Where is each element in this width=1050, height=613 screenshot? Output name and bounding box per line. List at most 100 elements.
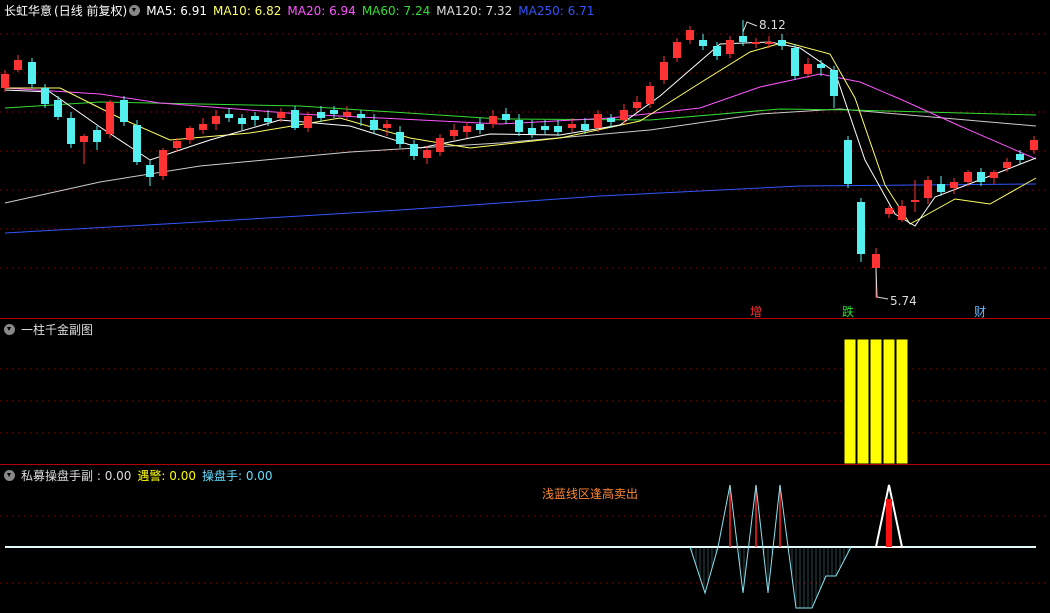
ma5-line [4,41,1037,227]
candle-body [594,114,602,128]
candle-body [633,102,641,108]
signal-bar [856,338,870,464]
candle-body [357,114,365,118]
sell-annotation: 浅蓝线区逢高卖出 [542,487,639,501]
candle-body [93,130,101,142]
candle-body [159,150,167,176]
low-price-label: 5.74 [890,294,917,308]
candle-body [251,116,259,120]
candle-body [937,184,945,192]
candle-body [67,118,75,144]
main-chart-panel[interactable]: 长虹华意 (日线 前复权) MA5: 6.91 MA10: 6.82 MA20: 6.9… [0,0,1050,319]
sub-chart-1-panel[interactable]: 一柱千金副图 [0,319,1050,464]
candle-body [817,64,825,68]
signal-bar [869,338,883,464]
ma250-line [4,183,1037,234]
candle-body [173,141,181,148]
ma250-label: MA250: 6.71 [518,4,595,18]
chevron-down-icon[interactable] [129,5,141,16]
ma5-label: MA5: 6.91 [146,4,207,18]
candle-body [1,74,9,88]
candle-body [990,172,998,178]
candle-body [844,140,852,184]
candle-body [120,100,128,122]
candle-body [950,182,958,188]
candle-body [581,124,589,130]
ma60-label: MA60: 7.24 [361,4,431,18]
candle-body [673,42,681,58]
candle-body [924,180,932,198]
candle-body [410,144,418,156]
candle-body [28,62,36,84]
candle-body [463,126,471,132]
period-label: (日线 前复权) [54,4,128,18]
signal-bar [843,338,857,464]
high-marker-line [742,21,758,33]
chevron-down-icon[interactable] [4,324,15,335]
ma10-line [5,41,1037,225]
candle-body [14,60,22,70]
candlestick-chart[interactable] [0,0,1050,318]
candle-body [186,128,194,140]
candle-body [568,124,576,128]
candle-body [911,200,919,202]
candle-body [541,126,549,130]
candle-body [343,112,351,116]
sub-chart-2-panel[interactable]: 私募操盘手副 : 0.00 遇警: 0.00 操盘手: 0.00 浅蓝线区逢高卖出 [0,465,1050,613]
candle-body [699,40,707,46]
candle-body [515,120,523,132]
candle-body [752,42,760,44]
candle-body [898,206,906,220]
candle-body [1016,154,1024,160]
candle-body [977,172,985,182]
ma20-label: MA20: 6.94 [287,4,356,18]
candle-body [607,118,615,122]
candle-body [620,110,628,120]
candle-body [212,116,220,124]
sub2-value: : 0.00 [93,469,132,483]
candle-body [370,120,378,130]
candle-body [291,110,299,128]
chevron-down-icon[interactable] [4,470,15,481]
candle-body [778,40,786,46]
candle-body [383,124,391,128]
stock-name: 长虹华意 [4,4,53,18]
yizhu-qianjin-chart [0,338,1050,464]
candle-body [528,128,536,134]
simu-caopanshou-chart [0,484,1050,609]
candle-body [225,114,233,118]
candle-body [330,110,338,114]
low-marker-line [875,267,889,300]
trader-label: 操盘手: 0.00 [201,469,273,483]
candle-body [872,254,880,268]
candle-body [476,124,484,130]
candle-body [739,36,747,42]
candle-body [238,118,246,124]
main-header: 长虹华意 (日线 前复权) MA5: 6.91 MA10: 6.82 MA20: 6.9… [4,3,600,19]
candle-body [1030,140,1038,150]
sub1-header: 一柱千金副图 [4,322,99,338]
candle-body [830,70,838,96]
alert-label: 遇警: 0.00 [137,469,196,483]
sub1-title: 一柱千金副图 [21,323,94,337]
ma20-line [4,73,1037,160]
ma120-label: MA120: 7.32 [436,4,513,18]
ma60-line [4,101,1037,121]
sub2-title: 私募操盘手副 [21,469,94,483]
candle-body [146,165,154,177]
high-price-label: 8.12 [759,18,786,32]
candle-body [885,208,893,214]
candle-body [804,64,812,74]
candle-body [489,116,497,124]
candle-body [726,40,734,54]
candle-body [199,124,207,130]
candle-body [277,112,285,118]
candle-body [317,112,325,118]
signal-bar [895,338,909,464]
candle-body [502,114,510,120]
alert-bar [886,499,892,547]
signal-bar [882,338,896,464]
candle-body [396,132,404,144]
candle-body [713,46,721,56]
candle-body [450,130,458,136]
